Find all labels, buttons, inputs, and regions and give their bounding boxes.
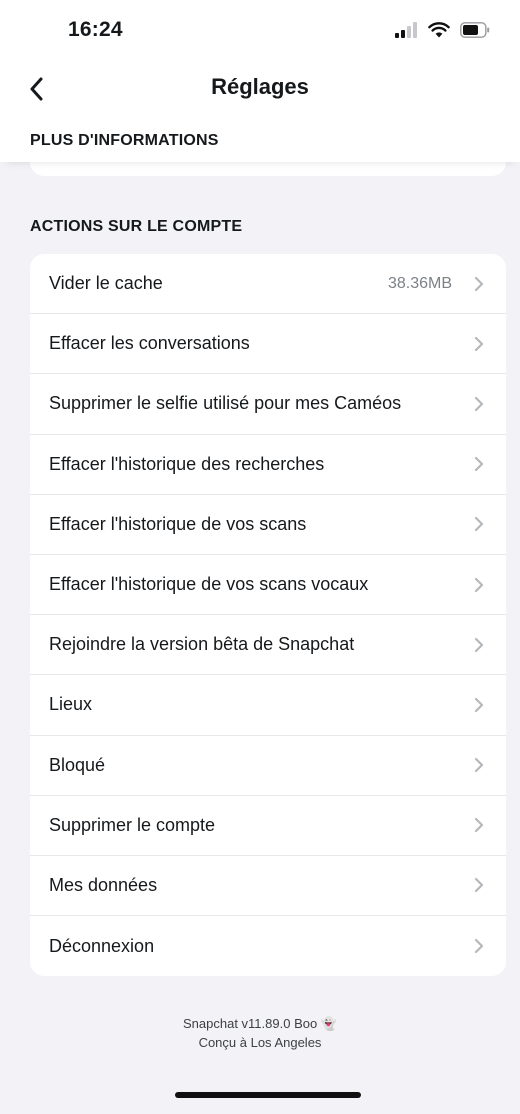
sticky-section-header: PLUS D'INFORMATIONS	[0, 114, 520, 162]
row-clear-voice-scan-history[interactable]: Effacer l'historique de vos scans vocaux	[30, 555, 506, 616]
chevron-right-icon	[474, 276, 484, 292]
nav-bar: Réglages	[0, 64, 520, 114]
made-in-text: Conçu à Los Angeles	[198, 1035, 322, 1050]
row-places[interactable]: Lieux	[30, 675, 506, 736]
row-label: Rejoindre la version bêta de Snapchat	[49, 634, 355, 655]
row-label: Supprimer le selfie utilisé pour mes Cam…	[49, 393, 402, 414]
row-label: Effacer l'historique des recherches	[49, 453, 325, 474]
chevron-right-icon	[474, 396, 484, 412]
row-clear-cache[interactable]: Vider le cache 38.36MB	[30, 254, 506, 315]
row-label: Supprimer le compte	[49, 814, 216, 835]
row-delete-account[interactable]: Supprimer le compte	[30, 796, 506, 856]
row-clear-conversations[interactable]: Effacer les conversations	[30, 314, 506, 375]
page-title: Réglages	[211, 74, 309, 99]
wifi-icon	[428, 22, 450, 38]
row-clear-scan-history[interactable]: Effacer l'historique de vos scans	[30, 495, 506, 555]
chevron-right-icon	[474, 817, 484, 833]
chevron-right-icon	[474, 938, 484, 954]
home-indicator	[175, 1092, 361, 1098]
app-footer: Snapchat v11.89.0 Boo 👻 Conçu à Los Ange…	[0, 1014, 520, 1052]
app-version-text: Snapchat v11.89.0 Boo 👻	[183, 1016, 337, 1031]
status-bar: 16:24	[0, 0, 520, 64]
chevron-right-icon	[474, 697, 484, 713]
row-clear-search-history[interactable]: Effacer l'historique des recherches	[30, 435, 506, 495]
row-logout[interactable]: Déconnexion	[30, 916, 506, 976]
row-my-data[interactable]: Mes données	[30, 856, 506, 917]
row-label: Bloqué	[49, 754, 106, 775]
row-label: Effacer l'historique de vos scans	[49, 513, 307, 534]
section-header-account-actions: ACTIONS SUR LE COMPTE	[30, 218, 243, 235]
battery-icon	[460, 22, 490, 38]
row-label: Effacer les conversations	[49, 333, 250, 354]
row-delete-cameo-selfie[interactable]: Supprimer le selfie utilisé pour mes Cam…	[30, 374, 506, 435]
status-time: 16:24	[68, 18, 123, 41]
chevron-right-icon	[474, 577, 484, 593]
section-header-more-info: PLUS D'INFORMATIONS	[30, 132, 219, 149]
row-label: Mes données	[49, 874, 158, 895]
chevron-right-icon	[474, 757, 484, 773]
row-blocked[interactable]: Bloqué	[30, 736, 506, 796]
chevron-right-icon	[474, 637, 484, 653]
chevron-right-icon	[474, 456, 484, 472]
signal-icon	[395, 22, 417, 38]
row-label: Déconnexion	[49, 935, 155, 956]
row-label: Lieux	[49, 694, 93, 715]
cache-size-value: 38.36MB	[387, 274, 452, 292]
chevron-right-icon	[474, 516, 484, 532]
account-actions-card: Vider le cache 38.36MB Effacer les conve…	[30, 254, 506, 977]
row-label: Vider le cache	[49, 273, 163, 294]
chevron-right-icon	[474, 877, 484, 893]
row-join-beta[interactable]: Rejoindre la version bêta de Snapchat	[30, 615, 506, 676]
row-label: Effacer l'historique de vos scans vocaux	[49, 574, 369, 595]
status-icons	[394, 22, 490, 38]
chevron-right-icon	[474, 336, 484, 352]
